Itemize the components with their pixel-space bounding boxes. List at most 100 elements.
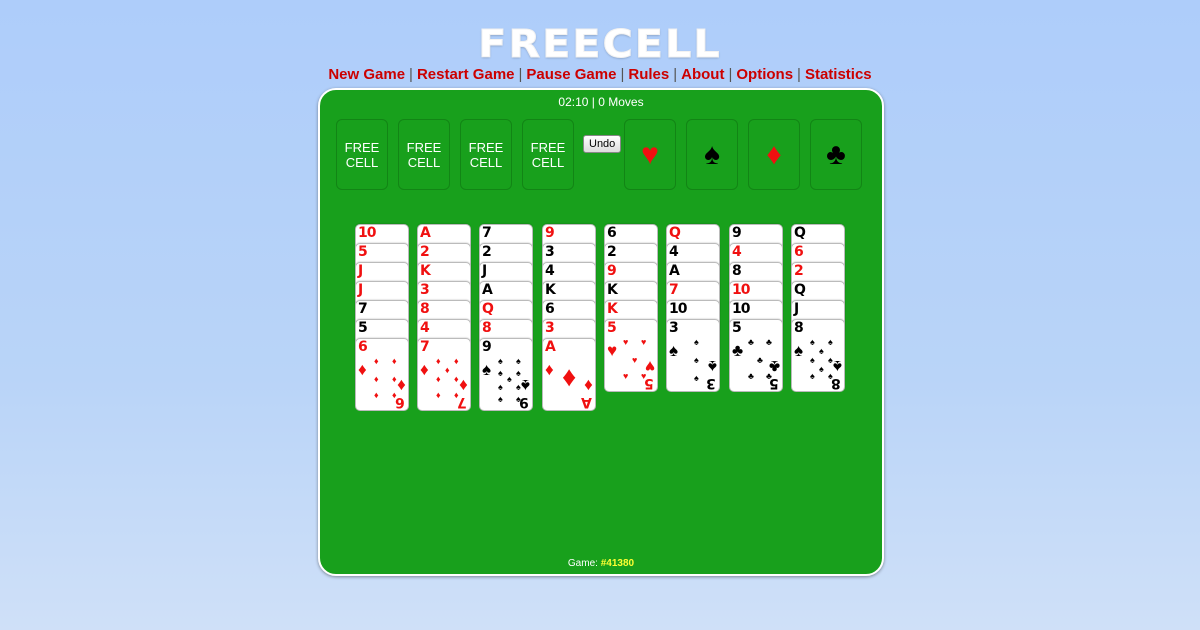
card-pip-icon: ♥	[632, 355, 638, 365]
playing-card[interactable]: 6 ♦ ♦ 6 ♦ ♦ ♦ ♦ ♦ ♦	[355, 338, 409, 411]
card-pip-icon: ♠	[828, 337, 833, 347]
card-rank: 9	[607, 263, 617, 279]
card-rank: 5	[607, 320, 617, 336]
free-cell-label: CELL	[531, 154, 565, 170]
card-pip-icon: ♠	[828, 355, 833, 365]
nav-separator: |	[409, 66, 413, 83]
free-cell-label: CELL	[345, 154, 379, 170]
card-rank: 9	[545, 225, 555, 241]
card-pip-icon: ♠	[498, 356, 503, 366]
foundation-diamonds[interactable]: ♦	[748, 119, 800, 190]
playing-card[interactable]: 3 ♠ ♠ 3 ♠ ♠ ♠	[666, 319, 720, 392]
playing-card[interactable]: 8 ♠ ♠ 8 ♠ ♠ ♠ ♠ ♠ ♠ ♠ ♠	[791, 319, 845, 392]
nav-restart-game[interactable]: Restart Game	[417, 66, 515, 83]
card-pip-icon: ♦	[454, 390, 459, 400]
game-board: 02:10 | 0 Moves FREE CELL FREE CELL FREE CE…	[318, 88, 884, 576]
card-pip-icon: ♠	[819, 346, 824, 356]
card-suit-icon: ♠	[707, 357, 717, 376]
card-rank: 3	[545, 244, 555, 260]
card-rank-bottom: 3	[706, 375, 716, 391]
card-pip-icon: ♠	[810, 371, 815, 381]
card-rank: 3	[420, 282, 430, 298]
card-rank: 6	[607, 225, 617, 241]
free-cell-4[interactable]: FREE CELL	[522, 119, 574, 190]
card-suit-icon: ♦	[358, 360, 367, 379]
card-rank: Q	[794, 282, 806, 298]
card-pip-icon: ♠	[498, 394, 503, 404]
card-suit-icon: ♠	[832, 357, 842, 376]
card-pip-icon: ♣	[748, 371, 754, 381]
playing-card[interactable]: 7 ♦ ♦ 7 ♦ ♦ ♦ ♦ ♦ ♦ ♦	[417, 338, 471, 411]
free-cell-label: CELL	[469, 154, 503, 170]
card-pip-icon: ♠	[516, 382, 521, 392]
nav-about[interactable]: About	[681, 66, 724, 83]
nav-options[interactable]: Options	[736, 66, 793, 83]
card-pip-icon: ♠	[498, 368, 503, 378]
playing-card[interactable]: 9 ♠ ♠ 9 ♠ ♠ ♠ ♠ ♠ ♠ ♠ ♠ ♠	[479, 338, 533, 411]
card-rank: 2	[794, 263, 804, 279]
card-rank: 9	[482, 339, 492, 355]
playing-card[interactable]: 5 ♣ ♣ 5 ♣ ♣ ♣ ♣ ♣	[729, 319, 783, 392]
card-rank: 8	[732, 263, 742, 279]
card-rank: Q	[482, 301, 494, 317]
free-cell-1[interactable]: FREE CELL	[336, 119, 388, 190]
card-rank: 5	[358, 320, 368, 336]
card-pip-icon: ♦	[374, 390, 379, 400]
card-rank: K	[607, 301, 618, 317]
card-rank: 4	[732, 244, 742, 260]
card-rank: 5	[358, 244, 368, 260]
card-pip-icon: ♠	[828, 371, 833, 381]
playing-card[interactable]: A ♦ ♦ A ♦	[542, 338, 596, 411]
card-rank: A	[420, 225, 431, 241]
nav-statistics[interactable]: Statistics	[805, 66, 872, 83]
free-cell-label: FREE	[344, 139, 380, 155]
diamond-icon: ♦	[766, 138, 782, 171]
card-pip-icon: ♦	[392, 390, 397, 400]
card-rank: Q	[794, 225, 806, 241]
heart-icon: ♥	[641, 138, 659, 171]
nav-separator: |	[518, 66, 523, 83]
card-rank: Q	[669, 225, 681, 241]
foundation-spades[interactable]: ♠	[686, 119, 738, 190]
card-suit-icon: ♦	[545, 360, 554, 379]
card-suit-icon: ♠	[669, 341, 679, 360]
card-suit-icon: ♥	[644, 357, 655, 376]
free-cell-3[interactable]: FREE CELL	[460, 119, 512, 190]
card-pip-icon: ♠	[810, 337, 815, 347]
card-rank: K	[607, 282, 618, 298]
club-icon: ♣	[826, 138, 846, 171]
nav-separator: |	[797, 66, 801, 83]
card-rank: 3	[545, 320, 555, 336]
card-rank: 9	[732, 225, 742, 241]
card-pip-icon: ♦	[436, 356, 441, 366]
main-nav: New Game | Restart Game | Pause Game | Rules | A…	[0, 66, 1200, 83]
card-pip-icon: ♥	[641, 337, 647, 347]
free-cell-label: FREE	[530, 139, 566, 155]
card-rank: 7	[669, 282, 679, 298]
nav-pause-game[interactable]: Pause Game	[526, 66, 616, 83]
card-rank: 4	[669, 244, 679, 260]
foundation-clubs[interactable]: ♣	[810, 119, 862, 190]
card-pip-icon: ♦	[392, 356, 397, 366]
undo-button[interactable]: Undo	[583, 135, 622, 153]
card-rank: J	[794, 301, 799, 317]
nav-rules[interactable]: Rules	[628, 66, 669, 83]
playing-card[interactable]: 5 ♥ ♥ 5 ♥ ♥ ♥ ♥ ♥	[604, 319, 658, 392]
spade-icon: ♠	[704, 138, 720, 171]
free-cell-label: CELL	[407, 154, 441, 170]
nav-separator: |	[620, 66, 625, 83]
nav-new-game[interactable]: New Game	[328, 66, 405, 83]
card-rank: 8	[420, 301, 430, 317]
game-number-value: #41380	[600, 558, 635, 569]
free-cell-2[interactable]: FREE CELL	[398, 119, 450, 190]
card-pip-icon: ♦	[392, 374, 397, 384]
card-pip-icon: ♠	[694, 373, 699, 383]
card-pip-icon: ♥	[623, 337, 629, 347]
card-pip-icon: ♦	[445, 365, 450, 375]
card-suit-icon: ♦	[397, 376, 406, 395]
nav-separator: |	[728, 66, 733, 83]
card-pip-icon: ♠	[819, 364, 824, 374]
card-rank: 8	[794, 320, 804, 336]
foundation-hearts[interactable]: ♥	[624, 119, 676, 190]
nav-separator: |	[673, 66, 678, 83]
